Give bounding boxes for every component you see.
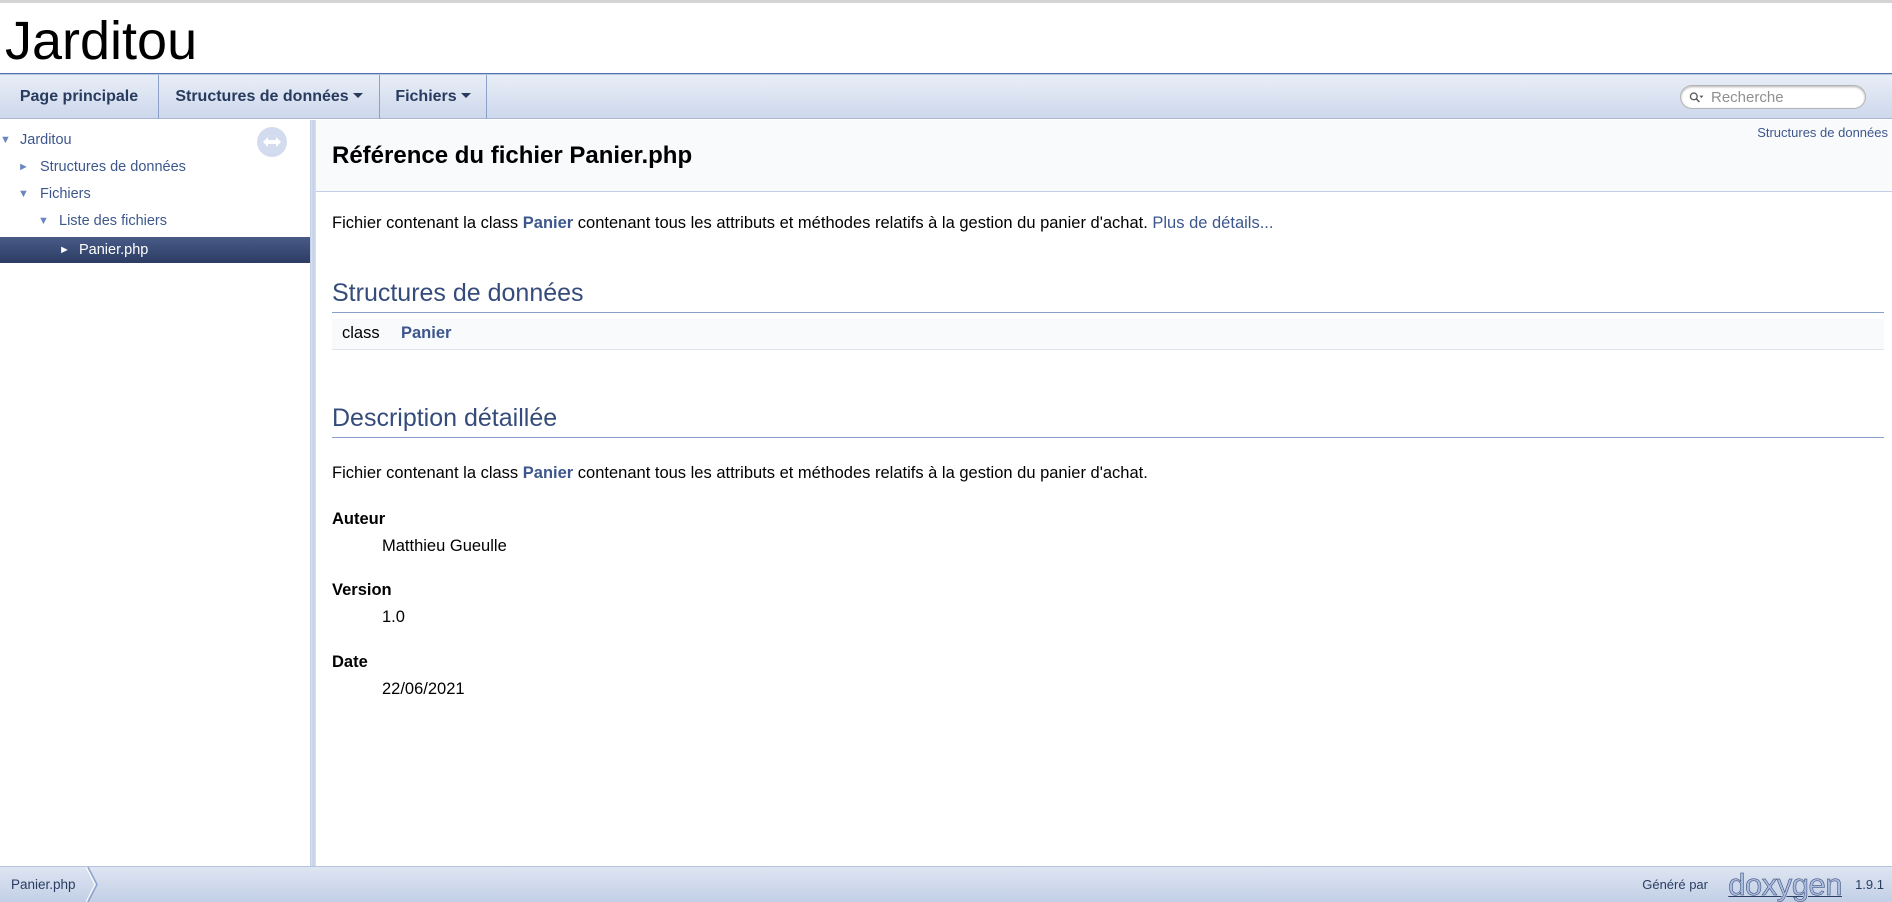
panier-class-link[interactable]: Panier [523,464,573,482]
page-header: Structures de données Référence du fichi… [316,120,1892,192]
chevron-down-icon [460,93,471,99]
main-nav: Page principale Structures de données Fi… [0,74,1892,119]
expanded-arrow-icon[interactable]: ▼ [0,127,11,153]
tree-item-file-list[interactable]: ▼ Liste des fichiers [0,208,310,234]
nav-main-page-label: Page principale [19,88,139,105]
page-title: Référence du fichier Panier.php [332,142,693,169]
doxygen-logo-link[interactable]: doxygen [1728,867,1843,902]
chevron-down-icon [352,93,363,99]
brief-text-after: contenant tous les attributs et méthodes… [573,214,1153,232]
more-details-link[interactable]: Plus de détails... [1152,214,1273,232]
param-value-version: 1.0 [382,608,405,626]
detailed-description: Fichier contenant la class Panier conten… [332,464,1148,483]
main-content: Structures de données Référence du fichi… [316,120,1892,866]
detail-text-before: Fichier contenant la class [332,464,523,482]
expanded-arrow-icon[interactable]: ▼ [18,181,29,207]
generated-by-label: Généré par [1642,877,1708,892]
tree-item-data-structures[interactable]: ► Structures de données [0,154,310,180]
section-heading-data-structures: Structures de données [332,279,1884,313]
search-input[interactable] [1711,88,1857,107]
footer-bar: Panier.php Généré par doxygen 1.9.1 [0,866,1892,902]
sync-arrows-icon [263,137,281,147]
member-type: class [342,324,380,342]
panier-class-link[interactable]: Panier [401,324,451,343]
breadcrumb-separator-icon [86,867,98,902]
tree-item-label: Structures de données [40,159,186,175]
tree-item-files[interactable]: ▼ Fichiers [0,181,310,207]
search-box[interactable] [1680,85,1866,109]
param-value-date: 22/06/2021 [382,680,465,698]
param-term-version: Version [332,581,392,599]
nav-files[interactable]: Fichiers [380,75,487,119]
tree-item-label: Jarditou [20,132,72,148]
brief-text-before: Fichier contenant la class [332,214,523,232]
brief-description: Fichier contenant la class Panier conten… [332,214,1273,233]
search-icon[interactable] [1689,90,1705,106]
param-term-date: Date [332,653,368,671]
collapsed-arrow-icon[interactable]: ► [59,237,70,263]
title-area: Jarditou [0,3,1892,74]
summary-link-data-structures[interactable]: Structures de données [1757,125,1888,140]
tree-item-label: Liste des fichiers [59,213,167,229]
expanded-arrow-icon[interactable]: ▼ [38,208,49,234]
panier-class-link[interactable]: Panier [523,214,573,232]
nav-data-structures[interactable]: Structures de données [159,75,380,119]
tree-item-label: Panier.php [79,242,149,258]
section-heading-detailed-description: Description détaillée [332,404,1884,438]
tree-item-panier-php[interactable]: ► Panier.php [0,237,310,263]
project-name: Jarditou [5,11,198,71]
breadcrumb-panier-php[interactable]: Panier.php [0,867,88,902]
param-value-author: Matthieu Gueulle [382,537,507,555]
nav-main-page[interactable]: Page principale [0,75,159,119]
detail-text-after: contenant tous les attributs et méthodes… [573,464,1148,482]
nav-files-label: Fichiers [395,88,457,105]
nav-data-structures-label: Structures de données [175,88,349,105]
tree-item-label: Fichiers [40,186,91,202]
doxygen-version: 1.9.1 [1855,877,1884,892]
collapsed-arrow-icon[interactable]: ► [18,154,29,180]
param-term-author: Auteur [332,510,386,528]
nav-tree: ▼ Jarditou ► Structures de données ▼ Fic… [0,120,310,866]
member-row: class Panier [332,319,1884,350]
sync-toggle-button[interactable] [257,127,287,157]
